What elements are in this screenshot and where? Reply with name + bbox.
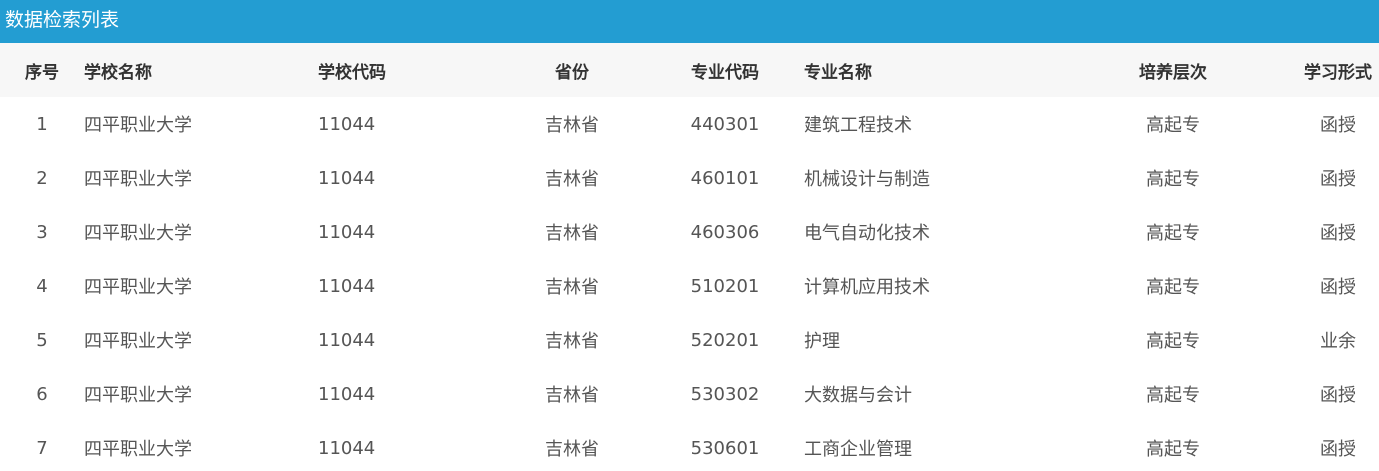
table-row: 7 四平职业大学 11044 吉林省 530601 工商企业管理 高起专 函授 [0,421,1379,471]
column-header-province: 省份 [555,62,589,83]
cell-index: 7 [36,437,48,459]
column-header-major-code: 专业代码 [691,62,759,83]
cell-school-name: 四平职业大学 [84,223,192,244]
cell-major-name: 计算机应用技术 [804,277,930,298]
cell-school-name: 四平职业大学 [84,169,192,190]
cell-major-name: 机械设计与制造 [804,169,930,190]
cell-study-mode: 函授 [1320,169,1356,190]
table-row: 5 四平职业大学 11044 吉林省 520201 护理 高起专 业余 [0,313,1379,367]
cell-level: 高起专 [1146,169,1200,190]
cell-index: 6 [36,383,48,405]
cell-major-code: 520201 [690,329,760,351]
cell-study-mode: 函授 [1320,385,1356,406]
cell-study-mode: 函授 [1320,277,1356,298]
column-header-index: 序号 [25,62,59,83]
cell-school-name: 四平职业大学 [84,385,192,406]
table-row: 4 四平职业大学 11044 吉林省 510201 计算机应用技术 高起专 函授 [0,259,1379,313]
cell-major-code: 510201 [690,275,760,297]
cell-index: 1 [36,113,48,135]
cell-major-name: 大数据与会计 [804,385,912,406]
cell-school-name: 四平职业大学 [84,331,192,352]
cell-index: 4 [36,275,48,297]
cell-province: 吉林省 [545,331,599,352]
table-row: 6 四平职业大学 11044 吉林省 530302 大数据与会计 高起专 函授 [0,367,1379,421]
cell-level: 高起专 [1146,331,1200,352]
cell-school-code: 11044 [318,113,376,135]
cell-level: 高起专 [1146,385,1200,406]
cell-province: 吉林省 [545,115,599,136]
data-search-panel: 数据检索列表 序号 学校名称 学校代码 省份 专业代码 专业名称 培养层次 学习… [0,0,1379,471]
cell-major-name: 建筑工程技术 [804,115,912,136]
cell-school-name: 四平职业大学 [84,115,192,136]
column-header-study-mode: 学习形式 [1304,62,1372,83]
table-header-row: 序号 学校名称 学校代码 省份 专业代码 专业名称 培养层次 学习形式 [0,43,1379,97]
cell-province: 吉林省 [545,223,599,244]
results-table: 序号 学校名称 学校代码 省份 专业代码 专业名称 培养层次 学习形式 1 四平… [0,43,1379,471]
cell-school-code: 11044 [318,437,376,459]
cell-school-name: 四平职业大学 [84,439,192,460]
column-header-school-code: 学校代码 [318,62,386,83]
cell-province: 吉林省 [545,277,599,298]
cell-major-code: 530601 [690,437,760,459]
cell-level: 高起专 [1146,115,1200,136]
cell-school-name: 四平职业大学 [84,277,192,298]
cell-province: 吉林省 [545,169,599,190]
cell-index: 2 [36,167,48,189]
cell-major-name: 电气自动化技术 [804,223,930,244]
column-header-major-name: 专业名称 [804,62,872,83]
cell-index: 5 [36,329,48,351]
cell-index: 3 [36,221,48,243]
cell-level: 高起专 [1146,439,1200,460]
cell-major-code: 530302 [690,383,760,405]
table-row: 2 四平职业大学 11044 吉林省 460101 机械设计与制造 高起专 函授 [0,151,1379,205]
cell-major-code: 460306 [690,221,760,243]
column-header-level: 培养层次 [1139,62,1207,83]
cell-level: 高起专 [1146,277,1200,298]
cell-study-mode: 函授 [1320,223,1356,244]
cell-major-code: 440301 [690,113,760,135]
cell-school-code: 11044 [318,329,376,351]
cell-province: 吉林省 [545,385,599,406]
table-row: 3 四平职业大学 11044 吉林省 460306 电气自动化技术 高起专 函授 [0,205,1379,259]
cell-major-code: 460101 [690,167,760,189]
panel-title: 数据检索列表 [0,0,1379,43]
table-row: 1 四平职业大学 11044 吉林省 440301 建筑工程技术 高起专 函授 [0,97,1379,151]
cell-school-code: 11044 [318,221,376,243]
cell-study-mode: 函授 [1320,439,1356,460]
column-header-school-name: 学校名称 [84,62,152,83]
cell-study-mode: 函授 [1320,115,1356,136]
cell-school-code: 11044 [318,275,376,297]
cell-level: 高起专 [1146,223,1200,244]
cell-school-code: 11044 [318,383,376,405]
cell-school-code: 11044 [318,167,376,189]
cell-province: 吉林省 [545,439,599,460]
cell-study-mode: 业余 [1320,331,1356,352]
cell-major-name: 工商企业管理 [804,439,912,460]
cell-major-name: 护理 [804,331,840,352]
